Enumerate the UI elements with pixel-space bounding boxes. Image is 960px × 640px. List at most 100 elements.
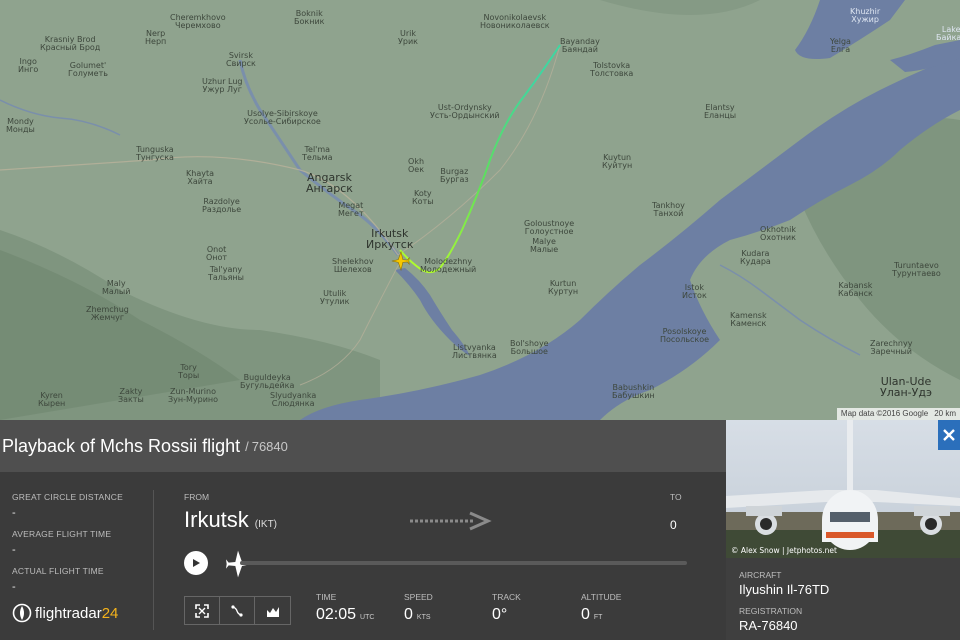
map-label-ulan-ude: Ulan-Ude Улан-Удэ bbox=[880, 375, 932, 399]
average-time-label: AVERAGE FLIGHT TIME bbox=[12, 529, 112, 539]
map-label-okhotnik: Okhotnik Охотник bbox=[760, 225, 796, 242]
origin-city: Irkutsk bbox=[184, 507, 249, 532]
panel-divider bbox=[153, 490, 154, 630]
map-label-elantsy: Elantsy Еланцы bbox=[704, 103, 737, 120]
arrow-right-icon bbox=[410, 511, 492, 531]
logo-number: 24 bbox=[101, 604, 119, 622]
aircraft-panel: © Alex Snow | Jetphotos.net AIRCRAFT Ily… bbox=[726, 420, 960, 640]
map-label-khuzhir: Khuzhir Хужир bbox=[850, 7, 881, 24]
map-label-bolshoye: Bol'shoye Большое bbox=[510, 339, 549, 356]
map-label-shelekhov: Shelekhov Шелехов bbox=[332, 257, 374, 274]
play-icon bbox=[193, 559, 200, 567]
play-button[interactable] bbox=[184, 551, 208, 575]
map-label-posolskoye: Posolskoye Посольское bbox=[660, 327, 710, 344]
origin-code: (IKT) bbox=[254, 519, 278, 530]
playback-title-bar: Playback of Mchs Rossii flight / 76840 bbox=[0, 420, 726, 472]
chart-icon bbox=[266, 606, 279, 617]
altitude-metric: ALTITUDE 0 FT bbox=[581, 592, 621, 624]
map-label-mondy: Mondy Монды bbox=[6, 117, 35, 134]
close-button[interactable] bbox=[938, 420, 960, 450]
track-label: TRACK bbox=[492, 592, 521, 602]
route-icon bbox=[231, 604, 243, 617]
time-unit: UTC bbox=[360, 614, 375, 621]
altitude-label: ALTITUDE bbox=[581, 592, 622, 602]
map-label-zakty: Zakty Закты bbox=[118, 387, 144, 404]
map-label-zun-murino: Zun-Murino Зун-Мурино bbox=[168, 387, 219, 404]
attribution-text: Map data ©2016 Google bbox=[840, 409, 929, 418]
origin-airport[interactable]: Irkutsk (IKT) bbox=[184, 507, 277, 533]
map-label-listvyanka: Listvyanka Листвянка bbox=[452, 343, 497, 360]
map-label-sludyanka: Slyudyanka Слюдянка bbox=[270, 391, 317, 408]
map-label-boknik: Boknik Бокник bbox=[294, 9, 325, 26]
map-label-razdolye: Razdolye Раздолье bbox=[202, 197, 242, 214]
playback-info-panel: GREAT CIRCLE DISTANCE - AVERAGE FLIGHT T… bbox=[0, 472, 726, 640]
from-label: FROM bbox=[184, 492, 210, 502]
map-label-urik: Urik Урик bbox=[398, 29, 418, 46]
map-label-megat: Megat Мегет bbox=[338, 201, 364, 218]
actual-flight-time: ACTUAL FLIGHT TIME - bbox=[12, 566, 104, 593]
flight-callsign: 76840 bbox=[251, 438, 288, 454]
map-label-tanhoy: Tankhoy Танхой bbox=[652, 201, 685, 218]
speed-metric: SPEED 0 KTS bbox=[404, 592, 433, 624]
map-label-molodezhny: Molodezhny Молодежный bbox=[420, 257, 477, 274]
destination-airport[interactable]: 0 bbox=[670, 518, 677, 532]
map-label-bayanday: Bayanday Баяндай bbox=[560, 37, 600, 54]
aircraft-photo[interactable]: © Alex Snow | Jetphotos.net bbox=[726, 420, 960, 558]
time-value: 02:05 bbox=[316, 606, 357, 623]
aircraft-info: AIRCRAFT Ilyushin Il-76TD bbox=[739, 570, 829, 597]
plane-icon[interactable] bbox=[390, 250, 412, 272]
actual-time-label: ACTUAL FLIGHT TIME bbox=[12, 566, 104, 576]
map-label-uzhur: Uzhur Lug Ужур Луг bbox=[202, 77, 243, 94]
speed-unit: KTS bbox=[416, 614, 431, 621]
playback-tools bbox=[184, 596, 291, 625]
map-label-ust-ordynsky: Ust-Ordynsky Усть-Ордынский bbox=[430, 103, 500, 120]
map-label-kamensk: Kamensk Каменск bbox=[730, 311, 767, 328]
registration-label: REGISTRATION bbox=[739, 606, 803, 616]
flight-map[interactable]: Cheremkhovo Черемхово Krasniy Brod Красный… bbox=[0, 0, 960, 420]
fullscreen-icon bbox=[195, 603, 209, 618]
map-label-tolstovka: Tolstovka Толстовка bbox=[590, 61, 634, 78]
map-label-zhemchug: Zhemchug Жемчуг bbox=[86, 305, 129, 322]
great-circle-label: GREAT CIRCLE DISTANCE bbox=[12, 492, 123, 502]
track-value: 0° bbox=[492, 606, 508, 623]
map-label-baikal: LakeБайкал bbox=[936, 25, 960, 42]
map-label-tory: Tory Торы bbox=[178, 363, 200, 380]
aircraft-label: AIRCRAFT bbox=[739, 570, 782, 580]
logo-word: flightradar bbox=[35, 604, 102, 622]
map-label-kurtun: Kurtun Куртун bbox=[548, 279, 579, 296]
map-label-okhe: Okh Оек bbox=[408, 157, 425, 174]
close-icon bbox=[943, 429, 955, 441]
map-label-usolye: Usolye-Sibirskoye Усолье-Сибирское bbox=[244, 109, 321, 126]
map-label-zarechny: Zarechnyy Заречный bbox=[870, 339, 913, 356]
map-label-nerp: Nerp Нерп bbox=[145, 29, 167, 46]
map-label-tunguska: Tunguska Тунгуска bbox=[136, 145, 174, 162]
photo-credit[interactable]: © Alex Snow | Jetphotos.net bbox=[731, 546, 837, 555]
map-label-telma: Tel'ma Тельма bbox=[302, 145, 333, 162]
map-label-goloustnoye: Goloustnoye Голоустное bbox=[524, 219, 575, 236]
title-separator: / bbox=[245, 438, 249, 454]
track-metric: TRACK 0° bbox=[492, 592, 521, 624]
registration-value: RA-76840 bbox=[739, 618, 798, 633]
map-label-kyren: Kyren Кырен bbox=[38, 391, 66, 408]
playback-title: Playback of Mchs Rossii flight bbox=[2, 435, 241, 456]
map-label-onot: Onot Онот bbox=[206, 245, 228, 262]
average-flight-time: AVERAGE FLIGHT TIME - bbox=[12, 529, 111, 556]
speed-label: SPEED bbox=[404, 592, 433, 602]
average-time-value: - bbox=[12, 544, 16, 556]
map-label-krasniy-brod: Krasniy Brod Красный Брод bbox=[40, 35, 101, 52]
route-button[interactable] bbox=[220, 597, 255, 624]
chart-button[interactable] bbox=[255, 597, 290, 624]
fullscreen-button[interactable] bbox=[185, 597, 220, 624]
playback-timeline[interactable] bbox=[240, 561, 687, 565]
radar-icon bbox=[12, 603, 32, 623]
map-label-kabansk: Kabansk Кабанск bbox=[838, 281, 873, 298]
map-label-koty: Koty Коты bbox=[412, 189, 434, 206]
aircraft-value: Ilyushin Il-76TD bbox=[739, 582, 830, 597]
scale-text: 20 km bbox=[934, 409, 956, 418]
flightradar24-logo[interactable]: flightradar24 bbox=[12, 603, 118, 623]
map-attribution[interactable]: Map data ©2016 Google 20 km bbox=[836, 408, 960, 420]
map-label-cheremkhovo: Cheremkhovo Черемхово bbox=[170, 13, 226, 30]
map-label-malye: Malye Малые bbox=[530, 237, 559, 254]
map-label-utulik: Utulik Утулик bbox=[320, 289, 350, 306]
aircraft-image bbox=[726, 420, 960, 558]
